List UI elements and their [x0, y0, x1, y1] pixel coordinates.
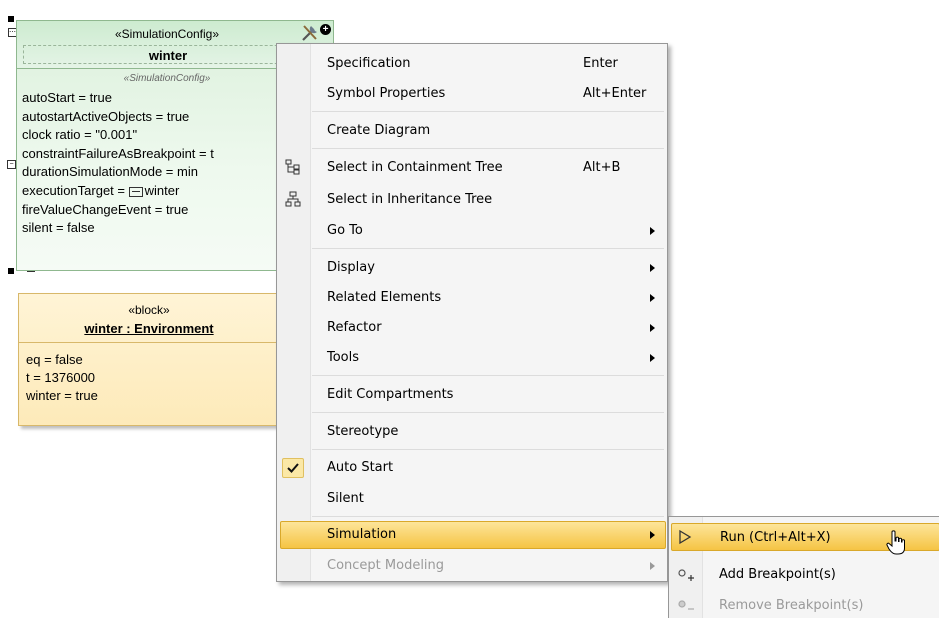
submenu-item-label: Remove Breakpoint(s) [719, 598, 864, 613]
menu-item-edit-compartments[interactable]: Edit Compartments [279, 381, 665, 409]
execution-target-value: winter [144, 182, 180, 198]
menu-item-label: Display [327, 260, 375, 275]
checkmark-icon [282, 458, 304, 478]
menu-item-label: Create Diagram [327, 123, 431, 138]
menu-item-label: Edit Compartments [327, 387, 454, 402]
menu-item-concept-modeling[interactable]: Concept Modeling [279, 552, 665, 580]
menu-item-stereotype[interactable]: Stereotype [279, 418, 665, 446]
menu-item-label: Tools [327, 350, 360, 365]
property-line[interactable]: winter = true [26, 387, 98, 405]
sim-config-name[interactable]: winter [23, 45, 313, 64]
menu-item-select-in-inheritance-tree[interactable]: Select in Inheritance Tree [279, 186, 665, 214]
block-title[interactable]: winter : Environment [19, 321, 279, 336]
submenu-item-add-breakpoints[interactable]: Add Breakpoint(s) [671, 561, 939, 589]
instance-icon [128, 186, 143, 197]
menu-item-go-to[interactable]: Go To [279, 217, 665, 245]
property-line[interactable]: executionTarget = winter [22, 182, 214, 201]
submenu-item-label: Add Breakpoint(s) [719, 567, 836, 582]
menu-separator [312, 248, 664, 249]
menu-item-accelerator: Enter [583, 56, 618, 71]
property-line[interactable]: eq = false [26, 351, 98, 369]
menu-item-label: Concept Modeling [327, 558, 445, 573]
menu-item-label: Simulation [327, 527, 397, 542]
compartment-stereotype: «SimulationConfig» [123, 73, 211, 84]
submenu-arrow-icon [650, 294, 655, 302]
menu-separator [312, 412, 664, 413]
submenu-arrow-icon [650, 324, 655, 332]
submenu-arrow-icon [650, 227, 655, 235]
sim-config-stereotype: «SimulationConfig» [114, 27, 220, 41]
submenu-item-remove-breakpoints[interactable]: Remove Breakpoint(s) [671, 592, 939, 620]
property-line[interactable]: clock ratio = "0.001" [22, 126, 214, 145]
menu-item-symbol-properties[interactable]: Symbol Properties Alt+Enter [279, 80, 665, 108]
add-relation-icon[interactable]: + [320, 24, 331, 35]
menu-item-label: Select in Inheritance Tree [327, 192, 493, 207]
context-menu: Specification Enter Symbol Properties Al… [276, 43, 668, 582]
block-stereotype: «block» [128, 303, 170, 317]
menu-item-specification[interactable]: Specification Enter [279, 50, 665, 78]
menu-item-accelerator: Alt+B [583, 160, 621, 175]
menu-item-label: Related Elements [327, 290, 442, 305]
menu-item-label: Stereotype [327, 424, 399, 439]
compartment-toggle-icon[interactable]: − [7, 160, 16, 169]
property-line[interactable]: constraintFailureAsBreakpoint = t [22, 145, 214, 164]
mouse-cursor-icon [886, 530, 906, 556]
menu-separator [312, 449, 664, 450]
sim-config-properties: autoStart = true autostartActiveObjects … [22, 89, 214, 238]
menu-separator [312, 516, 664, 517]
property-line[interactable]: t = 1376000 [26, 369, 98, 387]
menu-item-select-in-containment-tree[interactable]: Select in Containment Tree Alt+B [279, 154, 665, 182]
menu-item-label: Refactor [327, 320, 382, 335]
menu-item-auto-start[interactable]: Auto Start [279, 454, 665, 482]
menu-item-label: Symbol Properties [327, 86, 446, 101]
play-icon [678, 529, 696, 547]
submenu-item-label: Run (Ctrl+Alt+X) [720, 530, 831, 545]
menu-item-label: Auto Start [327, 460, 394, 475]
submenu-arrow-icon [650, 531, 655, 539]
menu-item-refactor[interactable]: Refactor [279, 314, 665, 342]
selection-handle-top-left[interactable] [8, 16, 14, 22]
menu-separator [312, 375, 664, 376]
submenu-arrow-icon [650, 354, 655, 362]
menu-item-label: Select in Containment Tree [327, 160, 503, 175]
menu-separator [312, 148, 664, 149]
remove-breakpoint-icon [677, 597, 695, 615]
tools-icon[interactable] [300, 23, 320, 43]
menu-separator [312, 111, 664, 112]
property-line[interactable]: durationSimulationMode = min [22, 163, 214, 182]
menu-item-label: Go To [327, 223, 363, 238]
menu-item-simulation[interactable]: Simulation [280, 521, 666, 549]
menu-item-label: Silent [327, 491, 364, 506]
submenu-arrow-icon [650, 264, 655, 272]
menu-item-accelerator: Alt+Enter [583, 86, 647, 101]
block-properties: eq = false t = 1376000 winter = true [26, 351, 98, 405]
menu-item-tools[interactable]: Tools [279, 344, 665, 372]
property-line[interactable]: fireValueChangeEvent = true [22, 201, 214, 220]
property-line[interactable]: autostartActiveObjects = true [22, 108, 214, 127]
menu-item-display[interactable]: Display [279, 254, 665, 282]
inheritance-tree-icon [284, 191, 302, 209]
selection-handle-bottom-left[interactable] [8, 268, 14, 274]
menu-item-create-diagram[interactable]: Create Diagram [279, 117, 665, 145]
menu-item-silent[interactable]: Silent [279, 485, 665, 513]
containment-tree-icon [284, 159, 302, 177]
add-breakpoint-icon [677, 566, 695, 584]
menu-item-related-elements[interactable]: Related Elements [279, 284, 665, 312]
menu-item-label: Specification [327, 56, 411, 71]
property-label: executionTarget = [22, 182, 129, 198]
submenu-arrow-icon [650, 562, 655, 570]
property-line[interactable]: silent = false [22, 219, 214, 238]
property-line[interactable]: autoStart = true [22, 89, 214, 108]
